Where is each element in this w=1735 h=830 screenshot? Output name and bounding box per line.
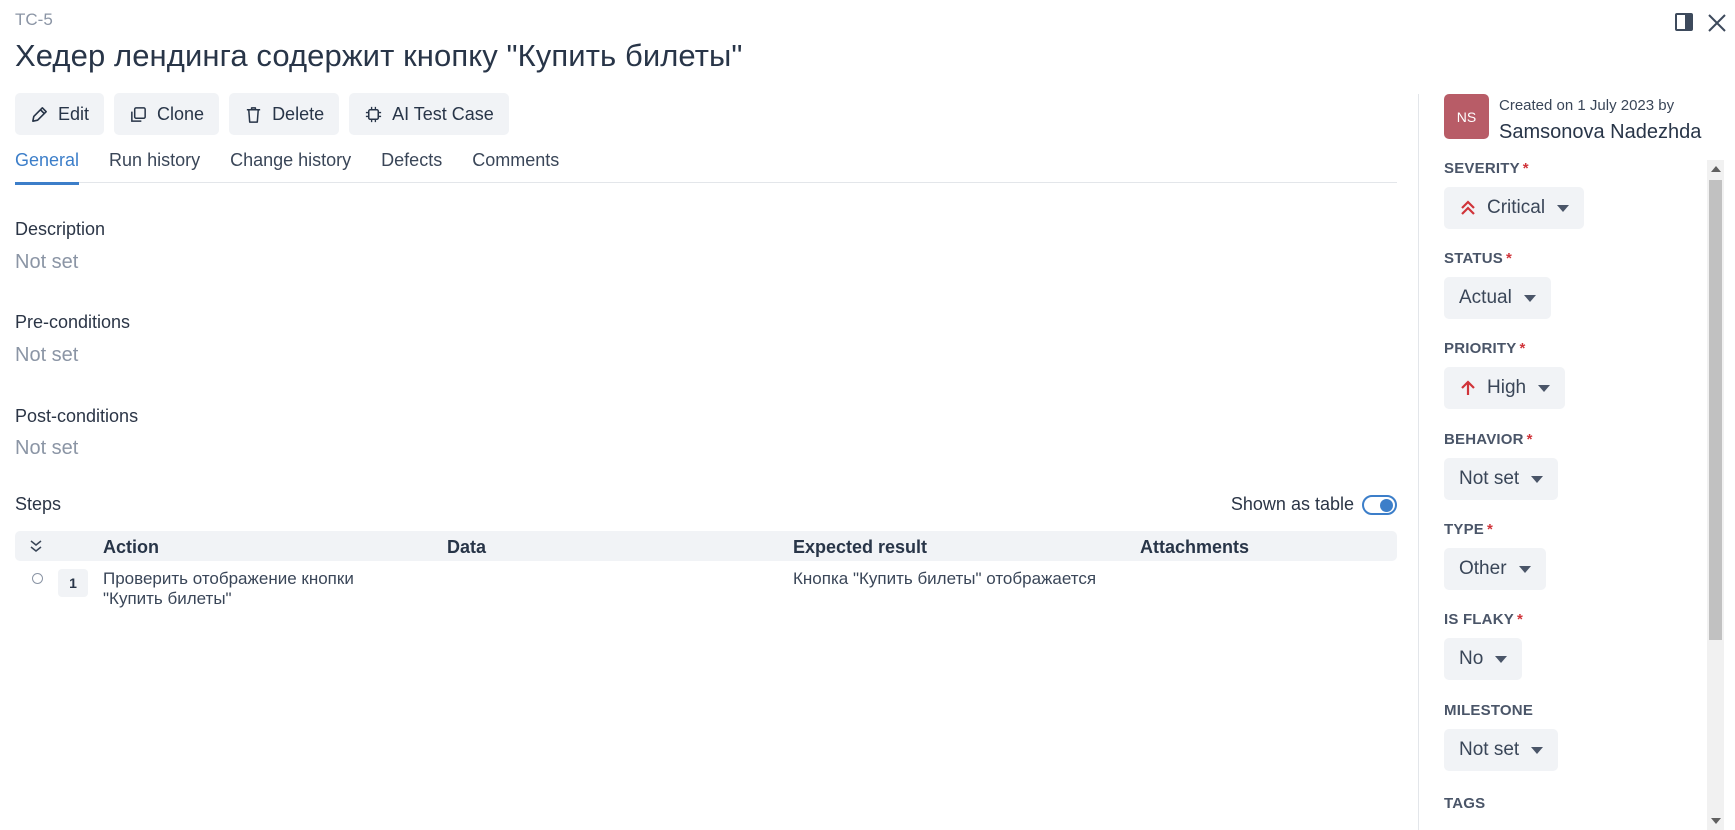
column-header-attachments: Attachments xyxy=(1140,537,1250,557)
table-view-toggle-label: Shown as table xyxy=(1230,494,1354,514)
clone-label: Clone xyxy=(157,103,205,124)
chevron-down-icon xyxy=(1495,655,1508,663)
column-header-action: Action xyxy=(103,537,159,557)
behavior-value: Not set xyxy=(1459,468,1520,489)
row-select-radio[interactable] xyxy=(32,573,43,584)
chip-icon xyxy=(365,106,382,122)
window-controls xyxy=(1675,8,1735,38)
scroll-down-arrow-icon[interactable] xyxy=(1711,818,1721,824)
postconditions-label: Post-conditions xyxy=(15,406,139,426)
severity-label: SEVERITY * xyxy=(1444,160,1529,177)
status-value: Actual xyxy=(1459,287,1512,308)
status-label: STATUS * xyxy=(1444,250,1513,267)
sidebar-scrollbar[interactable] xyxy=(1707,160,1724,830)
step-action: Проверить отображение кнопки "Купить бил… xyxy=(103,569,354,608)
page-title: Хедер лендинга содержит кнопку "Купить б… xyxy=(15,38,743,73)
steps-label: Steps xyxy=(15,494,62,514)
step-expected-result: Кнопка "Купить билеты" отображается xyxy=(793,569,1097,588)
steps-table: Action Data Expected result Attachments … xyxy=(15,531,1397,621)
trash-icon xyxy=(246,106,261,123)
author-name[interactable]: Samsonova Nadezhda xyxy=(1499,121,1701,144)
panel-divider xyxy=(1418,94,1419,830)
priority-value: High xyxy=(1487,377,1527,398)
collapse-all-icon[interactable] xyxy=(28,538,44,554)
steps-table-header: Action Data Expected result Attachments xyxy=(15,531,1397,561)
is-flaky-label: IS FLAKY * xyxy=(1444,611,1523,628)
milestone-value: Not set xyxy=(1459,739,1520,760)
milestone-label: MILESTONE xyxy=(1444,702,1534,719)
milestone-select[interactable]: Not set xyxy=(1444,729,1559,771)
preconditions-label: Pre-conditions xyxy=(15,312,131,332)
scroll-up-arrow-icon[interactable] xyxy=(1711,166,1721,172)
side-panel-icon[interactable] xyxy=(1675,13,1693,31)
chevron-down-icon xyxy=(1531,746,1544,754)
chevron-down-icon xyxy=(1531,475,1544,483)
toolbar: Edit Clone Delete AI Test Case xyxy=(15,93,509,135)
priority-select[interactable]: High xyxy=(1444,367,1566,409)
table-row[interactable]: 1 Проверить отображение кнопки "Купить б… xyxy=(15,561,1397,621)
status-select[interactable]: Actual xyxy=(1444,277,1551,319)
scrollbar-thumb[interactable] xyxy=(1709,180,1722,640)
chevron-down-icon xyxy=(1523,294,1536,302)
chevron-down-icon xyxy=(1557,204,1570,212)
tab-defects[interactable]: Defects xyxy=(381,150,442,183)
description-label: Description xyxy=(15,219,106,239)
preconditions-value[interactable]: Not set xyxy=(15,344,78,367)
chevron-down-icon xyxy=(1518,565,1531,573)
edit-button[interactable]: Edit xyxy=(15,93,105,135)
column-header-expected: Expected result xyxy=(793,537,928,557)
chevron-down-icon xyxy=(1538,384,1551,392)
priority-label: PRIORITY * xyxy=(1444,340,1526,357)
tab-general[interactable]: General xyxy=(15,150,80,185)
test-case-id: TC-5 xyxy=(15,10,53,29)
table-view-toggle-group: Shown as table xyxy=(1231,494,1397,515)
toggle-knob xyxy=(1380,498,1393,512)
severity-select[interactable]: Critical xyxy=(1444,187,1585,229)
delete-button[interactable]: Delete xyxy=(229,93,340,135)
double-chevron-up-icon xyxy=(1461,200,1475,215)
ai-test-case-button[interactable]: AI Test Case xyxy=(349,93,509,135)
clone-button[interactable]: Clone xyxy=(114,93,220,135)
close-icon[interactable] xyxy=(1705,11,1729,35)
is-flaky-value: No xyxy=(1459,648,1484,669)
type-value: Other xyxy=(1459,558,1507,579)
severity-value: Critical xyxy=(1487,197,1546,218)
created-on-text: Created on 1 July 2023 by xyxy=(1499,97,1675,114)
tags-label: TAGS xyxy=(1444,795,1486,812)
arrow-up-icon xyxy=(1461,380,1475,395)
type-label: TYPE * xyxy=(1444,521,1494,538)
pencil-icon xyxy=(32,106,47,122)
postconditions-value[interactable]: Not set xyxy=(15,437,78,460)
description-value[interactable]: Not set xyxy=(15,251,78,274)
table-view-toggle[interactable] xyxy=(1362,494,1397,515)
is-flaky-select[interactable]: No xyxy=(1444,638,1523,680)
column-header-data: Data xyxy=(447,537,487,557)
edit-label: Edit xyxy=(58,103,90,124)
tab-run-history[interactable]: Run history xyxy=(109,150,200,183)
tab-comments[interactable]: Comments xyxy=(472,150,559,183)
tab-bar: General Run history Change history Defec… xyxy=(15,150,1397,185)
copy-icon xyxy=(131,106,146,122)
behavior-label: BEHAVIOR * xyxy=(1444,431,1533,448)
tab-change-history[interactable]: Change history xyxy=(230,150,351,183)
delete-label: Delete xyxy=(272,103,325,124)
type-select[interactable]: Other xyxy=(1444,548,1546,590)
avatar: NS xyxy=(1444,94,1489,139)
ai-test-case-label: AI Test Case xyxy=(392,103,494,124)
behavior-select[interactable]: Not set xyxy=(1444,458,1559,500)
step-number: 1 xyxy=(58,569,88,597)
